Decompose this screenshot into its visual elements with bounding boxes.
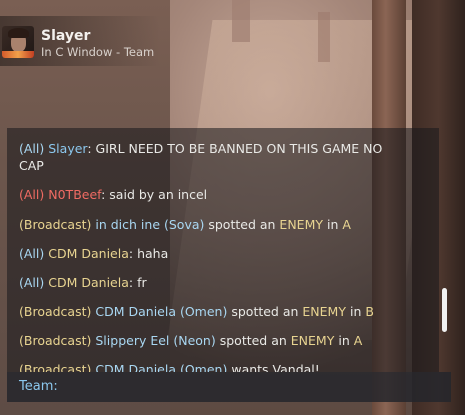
- chat-message: (Broadcast) Slippery Eel (Neon) spotted …: [19, 332, 421, 349]
- channel-label: (Broadcast): [19, 362, 92, 372]
- sender-name: in dich ine (Sova): [95, 217, 205, 232]
- chat-log[interactable]: (All) Slayer: GIRL NEED TO BE BANNED ON …: [7, 128, 439, 372]
- channel-label: (All): [19, 246, 45, 261]
- site-label: B: [365, 304, 374, 319]
- chat-scrollbar[interactable]: [442, 128, 450, 372]
- channel-label: (All): [19, 141, 45, 156]
- channel-label: (All): [19, 275, 45, 290]
- message-text: spotted an: [219, 333, 287, 348]
- message-text-after: in: [349, 304, 362, 319]
- chat-input[interactable]: [69, 376, 443, 400]
- wall-mark: [232, 0, 250, 42]
- chat-message: (All) CDM Daniela: haha: [19, 246, 169, 261]
- sender-name: CDM Daniela (Omen): [95, 304, 228, 319]
- avatar-flame: [2, 51, 34, 58]
- chat-input-bar[interactable]: Team:: [7, 372, 451, 402]
- channel-label: (Broadcast): [19, 333, 92, 348]
- message-text: spotted an: [231, 304, 299, 319]
- chat-message: (Broadcast) CDM Daniela (Omen) wants Van…: [19, 361, 421, 372]
- channel-label: (Broadcast): [19, 304, 92, 319]
- sender-name: CDM Daniela: [48, 275, 129, 290]
- chat-channel-label: Team:: [19, 379, 58, 394]
- message-text-after: in: [338, 333, 350, 348]
- chat-message: (All) N0TBeef: said by an incel: [19, 187, 208, 202]
- avatar-hair: [8, 28, 29, 38]
- message-text: spotted an: [208, 217, 276, 232]
- sender-name: CDM Daniela (Omen): [95, 362, 228, 372]
- player-status: In C Window - Team: [41, 45, 155, 59]
- chat-message: (All) CDM Daniela: fr: [19, 275, 147, 290]
- sender-name: CDM Daniela: [48, 246, 129, 261]
- player-name: Slayer: [41, 28, 91, 44]
- wall-mark: [318, 12, 330, 62]
- chat-message: (Broadcast) in dich ine (Sova) spotted a…: [19, 216, 421, 233]
- message-text: said by an incel: [109, 187, 208, 202]
- enemy-highlight: ENEMY: [279, 217, 323, 232]
- enemy-highlight: ENEMY: [302, 304, 346, 319]
- channel-label: (All): [19, 187, 45, 202]
- message-text: GIRL NEED TO BE BANNED ON THIS GAME NO: [95, 141, 383, 156]
- message-text: fr: [137, 275, 147, 290]
- chat-message: (All) Slayer: GIRL NEED TO BE BANNED ON …: [19, 141, 383, 173]
- enemy-highlight: ENEMY: [290, 333, 335, 348]
- site-label: A: [342, 217, 351, 232]
- message-text: wants Vandal!: [231, 362, 320, 372]
- chat-message: (Broadcast) CDM Daniela (Omen) spotted a…: [19, 303, 421, 320]
- site-label: A: [353, 333, 363, 348]
- player-avatar: [2, 26, 34, 58]
- message-text: haha: [137, 246, 169, 261]
- sender-name: Slippery Eel (Neon): [95, 333, 216, 348]
- message-text-continued: CAP: [19, 158, 44, 173]
- channel-label: (Broadcast): [19, 217, 92, 232]
- sender-name: Slayer: [48, 141, 88, 156]
- message-text-after: in: [326, 217, 339, 232]
- sender-name: N0TBeef: [48, 187, 102, 202]
- scrollbar-thumb[interactable]: [442, 288, 447, 332]
